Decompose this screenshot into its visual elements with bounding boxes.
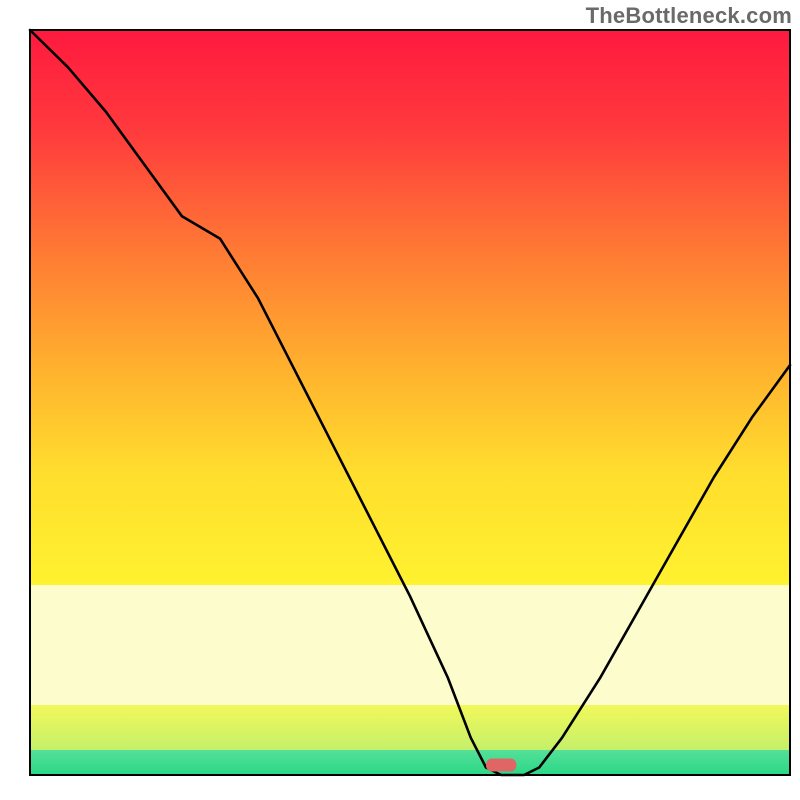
bottleneck-curve-chart	[0, 0, 800, 800]
gradient-yellow-green	[30, 705, 790, 750]
optimal-point-marker	[486, 759, 516, 772]
gradient-green	[30, 750, 790, 775]
chart-container: TheBottleneck.com	[0, 0, 800, 800]
gradient-pale-yellow	[30, 585, 790, 705]
gradient-red-yellow	[30, 30, 790, 585]
